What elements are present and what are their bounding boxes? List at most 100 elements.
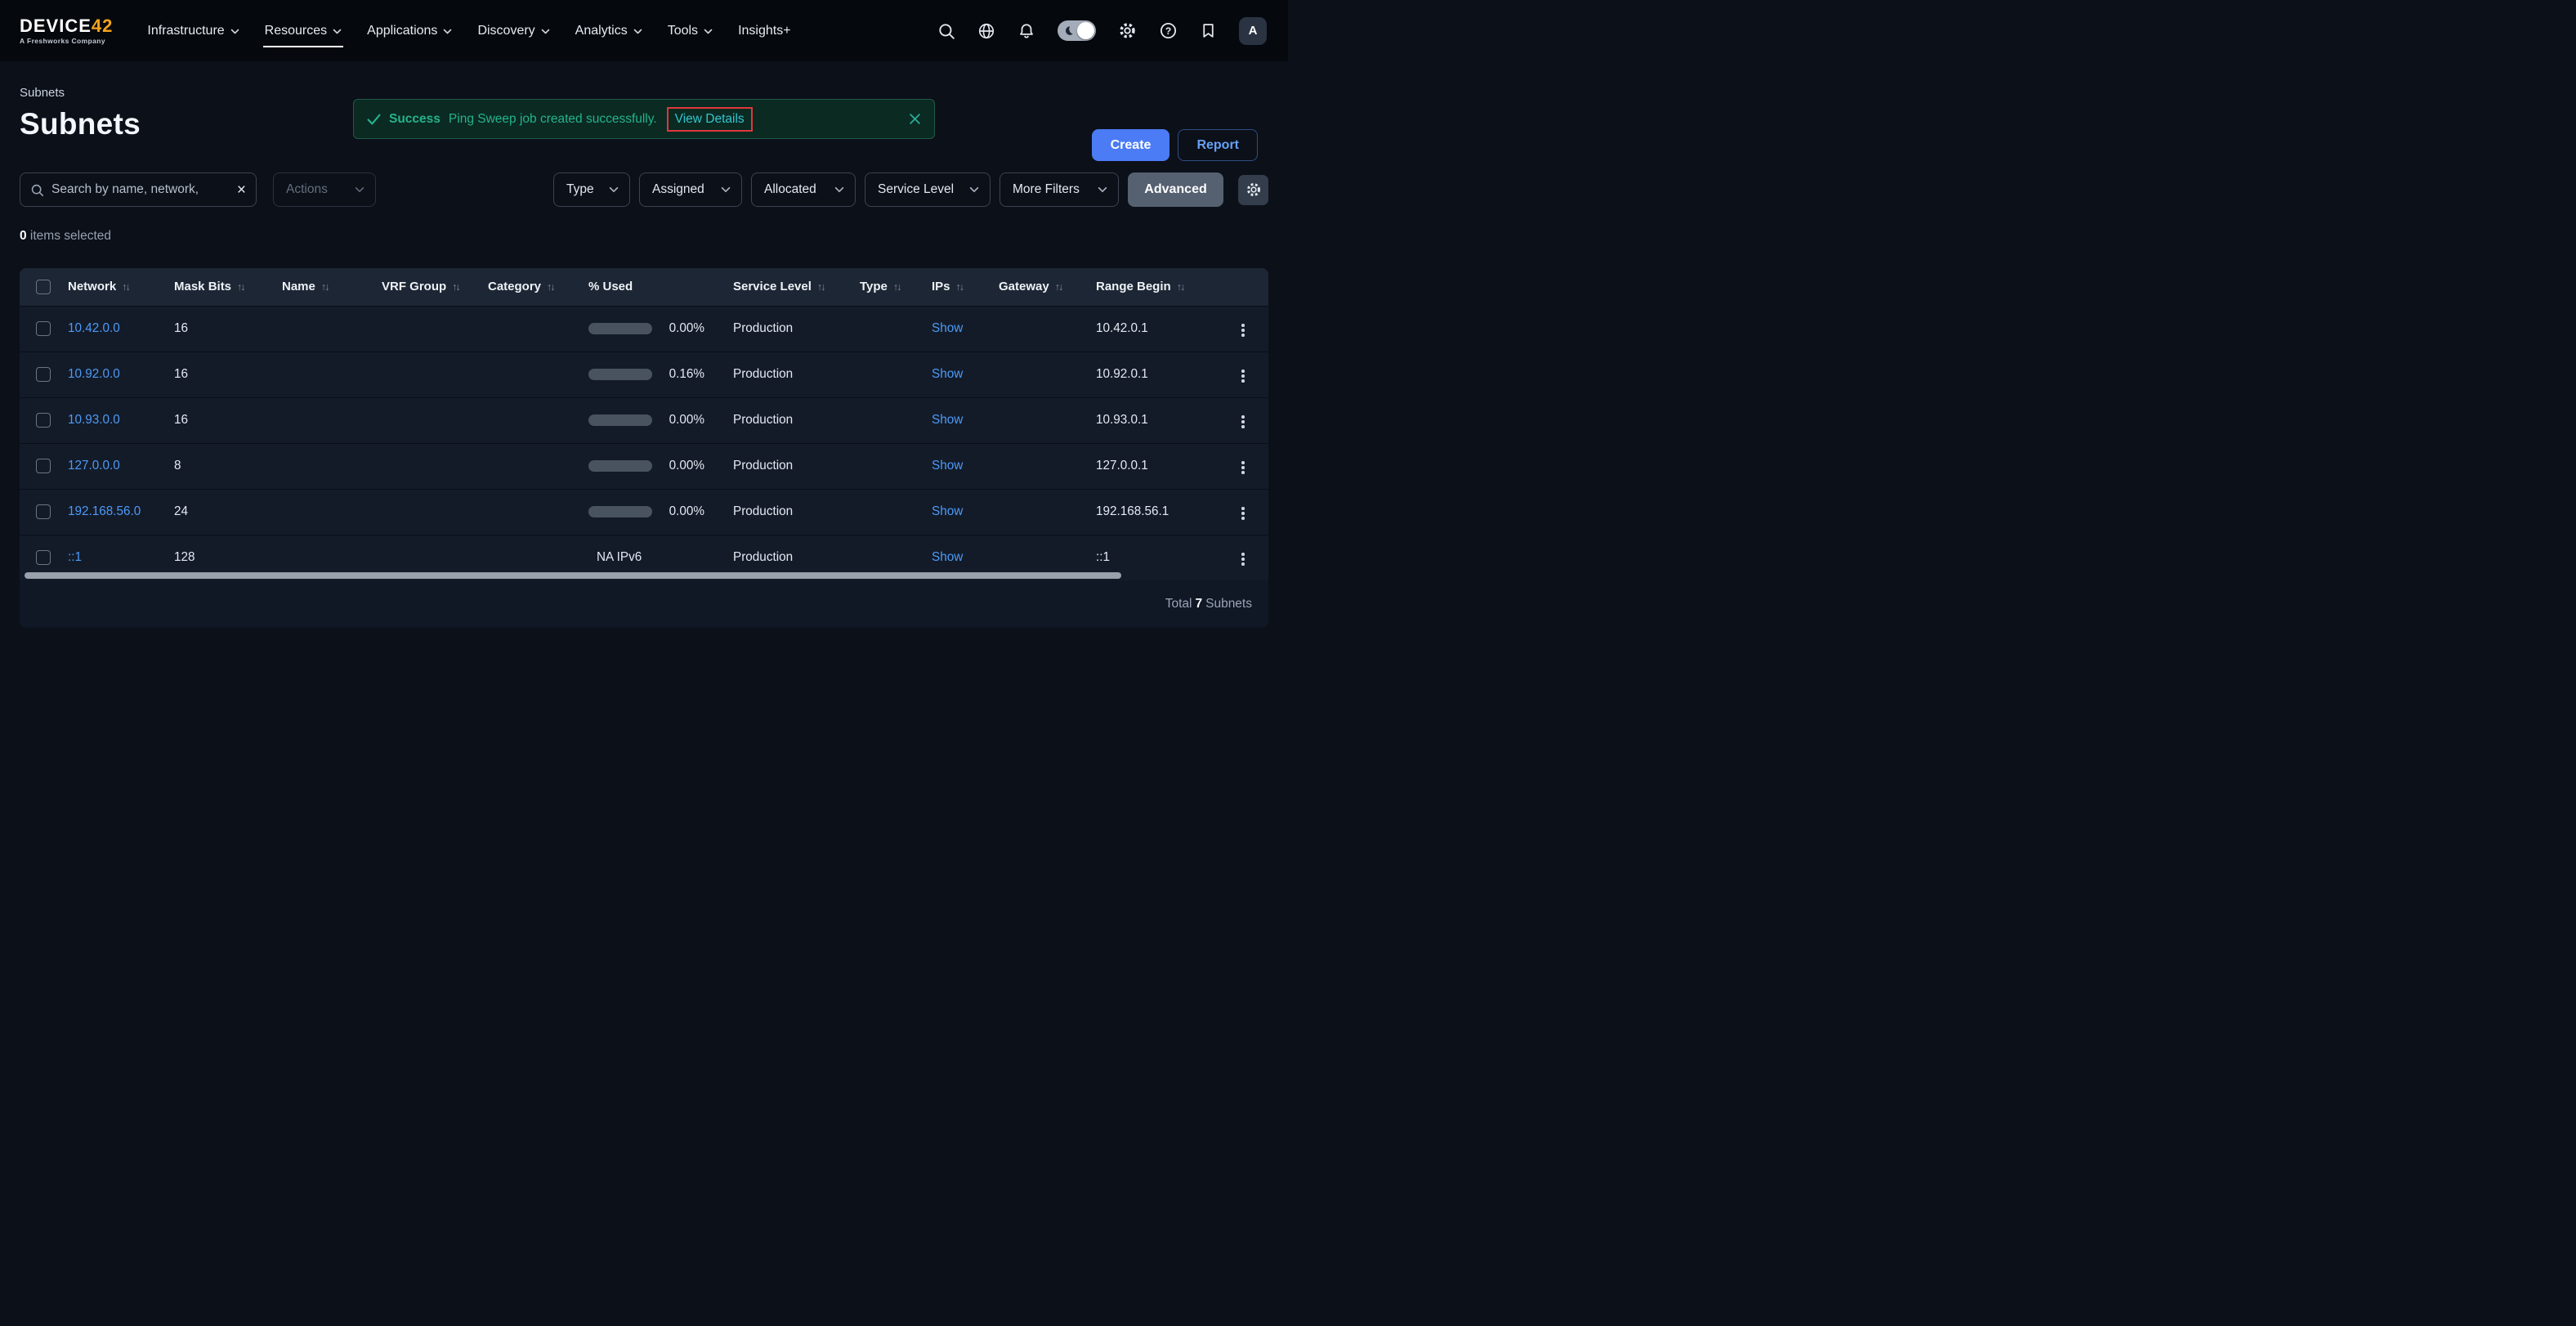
more-filters-dropdown[interactable]: More Filters	[1000, 172, 1119, 207]
navbar-actions: ? A	[937, 17, 1267, 45]
type-cell	[860, 443, 932, 489]
show-ips-link[interactable]: Show	[932, 504, 963, 518]
nav-tools[interactable]: Tools	[668, 0, 713, 61]
col-category[interactable]: Category↑↓	[488, 268, 588, 306]
sort-icon[interactable]: ↑↓	[237, 281, 244, 293]
category-cell	[488, 443, 588, 489]
row-menu-button[interactable]	[1235, 456, 1251, 479]
row-checkbox[interactable]	[36, 367, 51, 382]
sort-icon[interactable]: ↑↓	[547, 281, 554, 293]
show-ips-link[interactable]: Show	[932, 321, 963, 335]
col-service-level[interactable]: Service Level↑↓	[733, 268, 860, 306]
view-details-link[interactable]: View Details	[667, 107, 753, 132]
assigned-filter-dropdown[interactable]: Assigned	[639, 172, 742, 207]
nav-infrastructure[interactable]: Infrastructure	[147, 0, 239, 61]
sort-icon[interactable]: ↑↓	[817, 281, 825, 293]
col-vrf-group[interactable]: VRF Group↑↓	[382, 268, 488, 306]
row-menu-button[interactable]	[1235, 502, 1251, 525]
search-icon[interactable]	[937, 22, 955, 40]
chevron-down-icon	[834, 186, 844, 193]
theme-toggle[interactable]	[1058, 20, 1096, 41]
col-range-begin[interactable]: Range Begin↑↓	[1096, 268, 1230, 306]
range-begin-cell: 10.42.0.1	[1096, 306, 1230, 352]
row-checkbox[interactable]	[36, 550, 51, 565]
sort-icon[interactable]: ↑↓	[122, 281, 129, 293]
table-settings-button[interactable]	[1238, 175, 1268, 205]
type-filter-dropdown[interactable]: Type	[553, 172, 630, 207]
network-link[interactable]: ::1	[68, 550, 82, 564]
network-link[interactable]: 127.0.0.0	[68, 459, 120, 473]
col-network[interactable]: Network↑↓	[68, 268, 174, 306]
create-button[interactable]: Create	[1092, 129, 1170, 161]
row-checkbox[interactable]	[36, 459, 51, 473]
report-button[interactable]: Report	[1178, 129, 1258, 161]
gear-icon	[1246, 181, 1262, 198]
nav-insights[interactable]: Insights+	[738, 0, 790, 61]
select-all-checkbox[interactable]	[36, 280, 51, 294]
mask-bits-cell: 24	[174, 489, 282, 535]
service-level-cell: Production	[733, 489, 860, 535]
name-cell	[282, 306, 382, 352]
col-type[interactable]: Type↑↓	[860, 268, 932, 306]
allocated-filter-dropdown[interactable]: Allocated	[751, 172, 856, 207]
notifications-bell-icon[interactable]	[1017, 22, 1035, 40]
vrf-group-cell	[382, 352, 488, 397]
network-link[interactable]: 10.42.0.0	[68, 321, 120, 335]
nav-resources[interactable]: Resources	[265, 0, 342, 61]
moon-icon	[1062, 25, 1074, 37]
sort-icon[interactable]: ↑↓	[956, 281, 964, 293]
row-checkbox[interactable]	[36, 413, 51, 428]
network-link[interactable]: 192.168.56.0	[68, 504, 141, 518]
col-name[interactable]: Name↑↓	[282, 268, 382, 306]
sort-icon[interactable]: ↑↓	[452, 281, 459, 293]
sort-icon[interactable]: ↑↓	[321, 281, 329, 293]
used-cell: 0.16%	[588, 352, 733, 397]
col-ips[interactable]: IPs↑↓	[932, 268, 999, 306]
service-level-cell: Production	[733, 443, 860, 489]
clear-search-icon[interactable]: ×	[237, 182, 246, 198]
search-box: ×	[20, 172, 257, 207]
network-link[interactable]: 10.93.0.0	[68, 413, 120, 427]
success-toast: Success Ping Sweep job created successfu…	[353, 99, 935, 139]
col-mask-bits[interactable]: Mask Bits↑↓	[174, 268, 282, 306]
bookmark-icon[interactable]	[1200, 22, 1217, 39]
row-menu-button[interactable]	[1235, 365, 1251, 387]
svg-text:?: ?	[1165, 25, 1171, 37]
sort-icon[interactable]: ↑↓	[893, 281, 901, 293]
gear-icon[interactable]	[1118, 21, 1137, 40]
col-gateway[interactable]: Gateway↑↓	[999, 268, 1096, 306]
service-level-filter-dropdown[interactable]: Service Level	[865, 172, 991, 207]
show-ips-link[interactable]: Show	[932, 550, 963, 564]
breadcrumb[interactable]: Subnets	[20, 86, 1268, 100]
show-ips-link[interactable]: Show	[932, 459, 963, 473]
sort-icon[interactable]: ↑↓	[1177, 281, 1184, 293]
actions-dropdown[interactable]: Actions	[273, 172, 376, 207]
network-link[interactable]: 10.92.0.0	[68, 367, 120, 381]
search-input[interactable]	[51, 182, 230, 197]
device42-logo[interactable]: DEVICE42 A Freshworks Company	[20, 17, 113, 45]
row-checkbox[interactable]	[36, 504, 51, 519]
toast-close-icon[interactable]	[909, 113, 921, 125]
show-ips-link[interactable]: Show	[932, 367, 963, 381]
row-menu-button[interactable]	[1235, 548, 1251, 571]
vrf-group-cell	[382, 306, 488, 352]
horizontal-scrollbar[interactable]	[25, 572, 1121, 579]
help-icon[interactable]: ?	[1159, 21, 1178, 40]
user-avatar[interactable]: A	[1239, 17, 1267, 45]
globe-icon[interactable]	[977, 22, 995, 40]
mask-bits-cell: 8	[174, 443, 282, 489]
toast-message: Ping Sweep job created successfully.	[449, 112, 657, 127]
nav-analytics[interactable]: Analytics	[575, 0, 642, 61]
row-checkbox[interactable]	[36, 321, 51, 336]
row-menu-button[interactable]	[1235, 410, 1251, 433]
sort-icon[interactable]: ↑↓	[1055, 281, 1062, 293]
show-ips-link[interactable]: Show	[932, 413, 963, 427]
nav-discovery[interactable]: Discovery	[477, 0, 549, 61]
table-row: 192.168.56.0 24 0.00% Production Show 19…	[20, 489, 1268, 535]
range-begin-cell: 10.92.0.1	[1096, 352, 1230, 397]
chevron-down-icon	[609, 186, 619, 193]
advanced-button[interactable]: Advanced	[1128, 172, 1223, 207]
nav-applications[interactable]: Applications	[367, 0, 452, 61]
top-navbar: DEVICE42 A Freshworks Company Infrastruc…	[0, 0, 1288, 61]
row-menu-button[interactable]	[1235, 319, 1251, 342]
